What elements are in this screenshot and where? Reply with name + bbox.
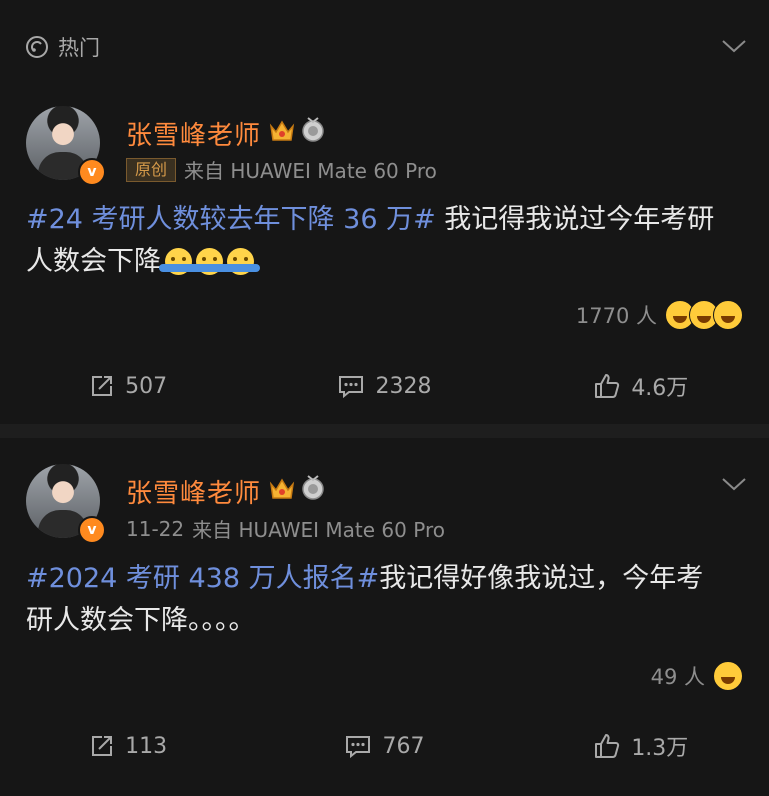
reaction-count: 1770 人 xyxy=(575,304,657,328)
post-text-line: 研人数会下降。。。。 xyxy=(26,605,256,636)
comment-count: 767 xyxy=(382,733,425,759)
like-button[interactable]: 4.6万 xyxy=(513,370,769,402)
post-text-line: 我记得好像我说过，今年考 xyxy=(379,563,704,594)
comment-count: 2328 xyxy=(375,373,432,399)
comment-button[interactable]: 2328 xyxy=(256,370,512,402)
post-date: 11-22 xyxy=(126,516,185,541)
medal-icon xyxy=(302,475,324,500)
repost-icon xyxy=(92,376,113,396)
post-meta: 11-22 来自 HUAWEI Mate 60 Pro xyxy=(126,514,445,543)
post-meta: 原创 来自 HUAWEI Mate 60 Pro xyxy=(126,155,437,184)
surprise-emoji-icon xyxy=(713,300,743,330)
reaction-summary[interactable]: 49 人 xyxy=(651,661,743,691)
post-text-line: 人数会下降 xyxy=(26,246,161,277)
hashtag-link[interactable]: #24 考研人数较去年下降 36 万# xyxy=(26,204,436,235)
username[interactable]: 张雪峰老师 xyxy=(126,115,261,152)
post-text: #24 考研人数较去年下降 36 万# 我记得我说过今年考研 人数会下降 xyxy=(26,199,746,283)
original-tag: 原创 xyxy=(126,157,177,182)
thumbs-up-icon xyxy=(595,374,620,398)
repost-count: 507 xyxy=(125,373,168,399)
post-text-line: 我记得我说过今年考研 xyxy=(435,204,715,235)
username[interactable]: 张雪峰老师 xyxy=(126,473,261,510)
repost-button[interactable]: 507 xyxy=(0,370,256,402)
chevron-down-icon[interactable] xyxy=(721,476,747,492)
shrug-emoji-icon xyxy=(190,248,229,275)
post-text: #2024 考研 438 万人报名#我记得好像我说过，今年考 研人数会下降。。。… xyxy=(26,558,746,642)
shrug-emoji-icon xyxy=(159,248,198,275)
post-card[interactable]: v 张雪峰老师 11-22 来自 HUAWEI Mate 60 Pro #202… xyxy=(0,438,769,796)
verified-badge: v xyxy=(78,158,106,186)
hot-topic-icon xyxy=(26,36,48,58)
post-source: 来自 HUAWEI Mate 60 Pro xyxy=(192,518,445,542)
crown-icon xyxy=(269,120,295,141)
like-button[interactable]: 1.3万 xyxy=(513,730,769,762)
post-source: 来自 HUAWEI Mate 60 Pro xyxy=(184,159,437,183)
verified-badge: v xyxy=(78,516,106,544)
like-count: 4.6万 xyxy=(631,376,689,401)
hot-section-label: 热门 xyxy=(58,36,100,60)
repost-button[interactable]: 113 xyxy=(0,730,256,762)
crown-icon xyxy=(269,478,295,499)
repost-icon xyxy=(92,736,113,756)
repost-count: 113 xyxy=(125,733,168,759)
post-card[interactable]: 热门 v 张雪峰老师 原创 来自 HUAWEI Mate 60 Pro #24 … xyxy=(0,0,769,424)
reaction-count: 49 人 xyxy=(650,665,705,689)
hashtag-link[interactable]: #2024 考研 438 万人报名# xyxy=(26,563,379,594)
comment-button[interactable]: 767 xyxy=(256,730,512,762)
action-bar: 507 2328 4.6万 xyxy=(0,370,769,402)
reaction-summary[interactable]: 1770 人 xyxy=(576,300,743,330)
hot-section-header: 热门 xyxy=(24,32,100,62)
thumbs-up-icon xyxy=(595,734,620,758)
action-bar: 113 767 1.3万 xyxy=(0,730,769,762)
chevron-down-icon[interactable] xyxy=(721,38,747,54)
shrug-emoji-icon xyxy=(221,248,260,275)
comment-icon xyxy=(346,736,371,759)
comment-icon xyxy=(339,376,364,399)
medal-icon xyxy=(302,117,324,142)
like-count: 1.3万 xyxy=(631,736,689,761)
laugh-emoji-icon xyxy=(713,661,743,691)
